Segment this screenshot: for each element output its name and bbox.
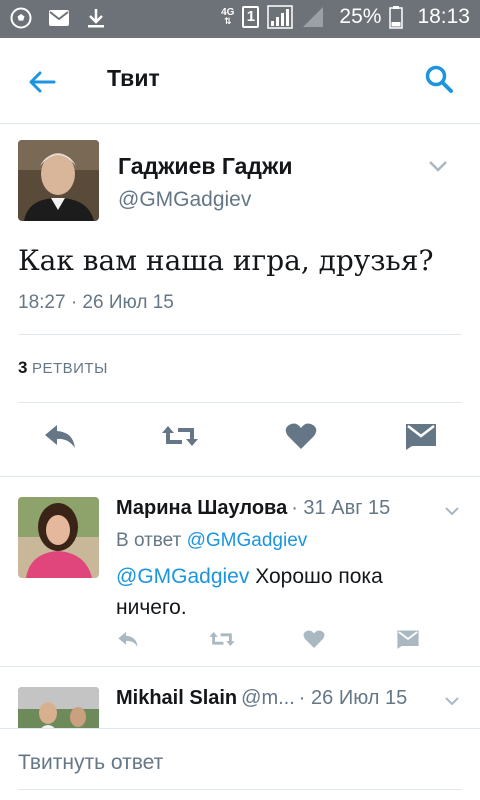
- heart-icon: [285, 423, 317, 449]
- download-icon: [88, 9, 104, 28]
- in-reply-handle[interactable]: @GMGadgiev: [187, 530, 308, 551]
- direct-message-button[interactable]: [401, 416, 441, 456]
- sim-indicator: 1: [242, 6, 260, 28]
- reply-button[interactable]: [40, 416, 80, 456]
- mail-icon: [406, 424, 436, 450]
- author-avatar[interactable]: [18, 140, 99, 221]
- reply-avatar[interactable]: [18, 497, 99, 578]
- status-bar: 4G ⇅ 1 25% 18:13: [0, 0, 480, 38]
- chevron-down-icon[interactable]: [428, 160, 448, 172]
- network-type: 4G ⇅: [221, 7, 235, 26]
- back-arrow-icon[interactable]: [26, 66, 58, 98]
- battery-icon: [389, 6, 404, 29]
- reply-tweet[interactable]: Mikhail Slain @m... · 26 Июл 15: [0, 666, 480, 730]
- reply-author[interactable]: Mikhail Slain @m... · 26 Июл 15: [116, 687, 407, 710]
- reply-input[interactable]: Твитнуть ответ: [18, 751, 163, 775]
- football-icon: [10, 7, 32, 29]
- direct-message-button[interactable]: [394, 625, 422, 653]
- reply-button[interactable]: [114, 625, 142, 653]
- divider: [18, 334, 462, 335]
- heart-icon: [303, 630, 325, 648]
- author-name[interactable]: Гаджиев Гаджи: [118, 153, 292, 180]
- mention-link[interactable]: @GMGadgiev: [116, 565, 249, 588]
- retweet-icon: [162, 426, 198, 446]
- battery-percent: 25%: [339, 5, 382, 28]
- reply-author[interactable]: Марина Шаулова · 31 Авг 15: [116, 497, 390, 520]
- chevron-down-icon[interactable]: [444, 696, 460, 706]
- tweet-actions: [0, 414, 480, 474]
- like-button[interactable]: [281, 416, 321, 456]
- retweet-count[interactable]: 3 РЕТВИТЫ: [18, 358, 108, 378]
- retweet-button[interactable]: [208, 625, 236, 653]
- signal-2-icon: [303, 7, 324, 27]
- reply-avatar[interactable]: [18, 687, 99, 730]
- tweet-text: Как вам наша игра, друзья?: [18, 244, 434, 277]
- in-reply-to: В ответ @GMGadgiev: [116, 530, 308, 551]
- signal-icon: [267, 5, 294, 29]
- reply-date: · 26 Июл 15: [298, 687, 408, 709]
- reply-text: @GMGadgiev Хорошо пока ничего.: [116, 565, 383, 619]
- reply-actions: [0, 625, 480, 655]
- reply-icon: [118, 631, 138, 647]
- reply-date: · 31 Авг 15: [291, 497, 391, 519]
- like-button[interactable]: [300, 625, 328, 653]
- reply-compose-bar: Твитнуть ответ: [0, 728, 480, 800]
- clock: 18:13: [417, 5, 470, 28]
- retweet-button[interactable]: [160, 416, 200, 456]
- mail-icon: [397, 630, 419, 649]
- input-underline: [18, 789, 462, 790]
- reply-tweet[interactable]: Марина Шаулова · 31 Авг 15 В ответ @GMGad…: [0, 476, 480, 666]
- retweet-icon: [209, 632, 235, 646]
- page-title: Твит: [107, 65, 160, 91]
- reply-icon: [45, 425, 75, 448]
- author-handle[interactable]: @GMGadgiev: [118, 188, 251, 212]
- search-icon[interactable]: [424, 64, 454, 94]
- divider: [18, 402, 462, 403]
- app-bar: Твит: [0, 38, 480, 124]
- tweet-timestamp: 18:27 · 26 Июл 15: [18, 292, 174, 313]
- mail-icon: [49, 10, 69, 26]
- chevron-down-icon[interactable]: [444, 506, 460, 516]
